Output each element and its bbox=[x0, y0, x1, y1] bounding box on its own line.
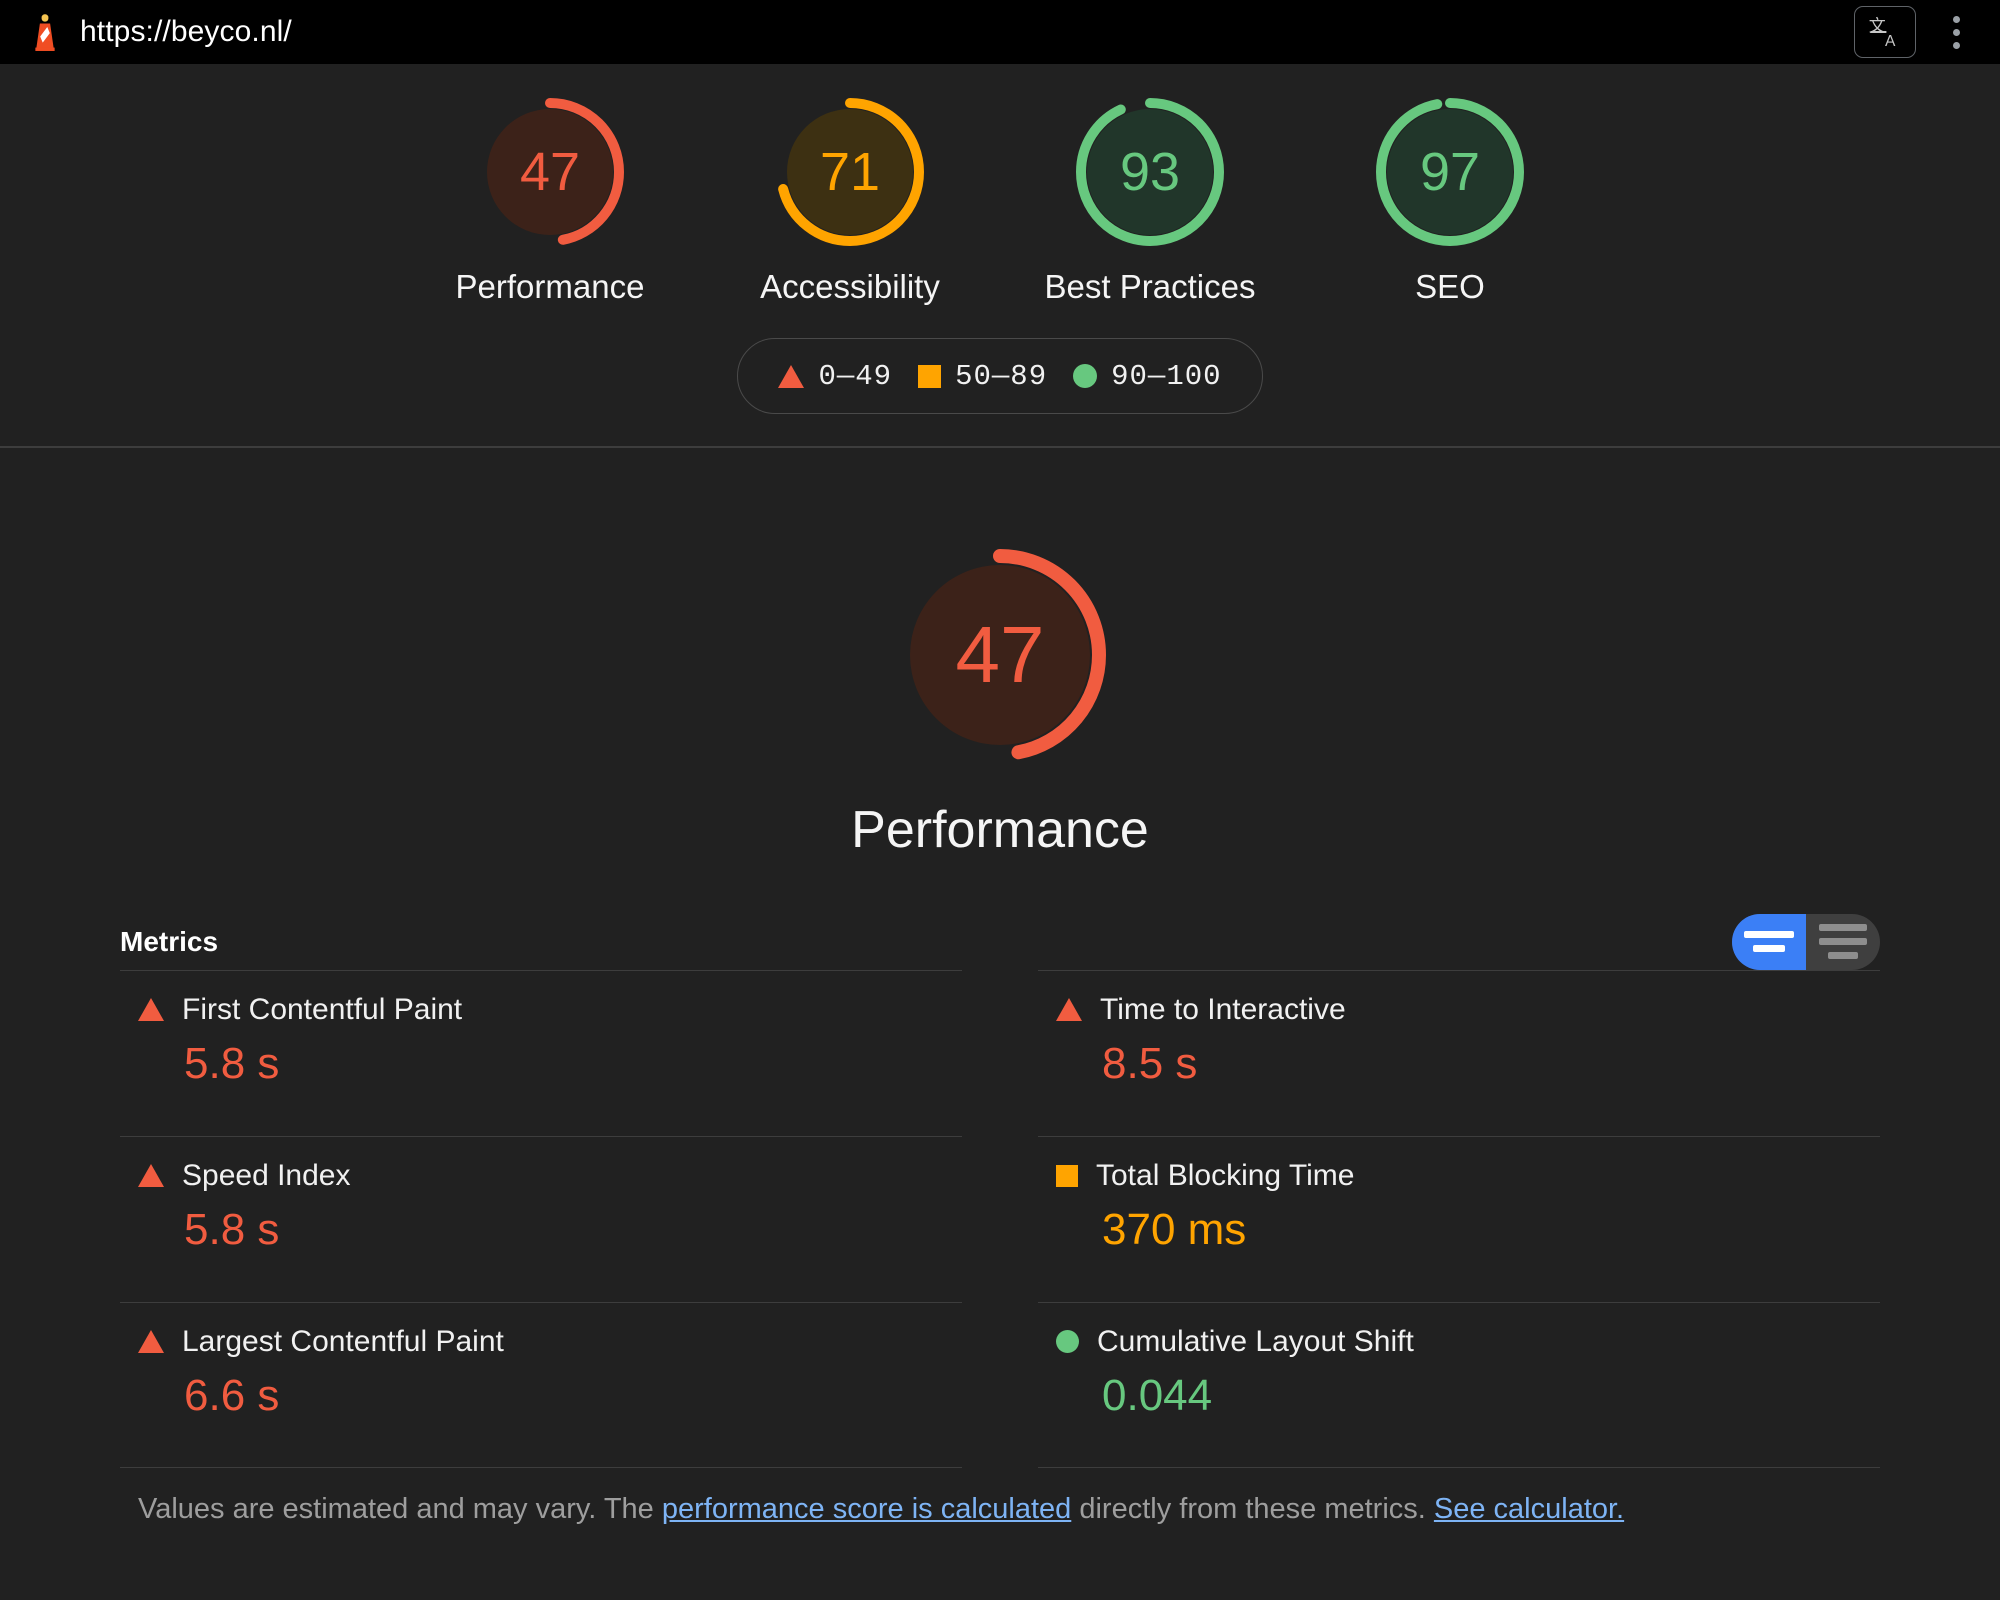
score-gauge-seo[interactable]: 97 SEO bbox=[1300, 92, 1600, 306]
gauge-value-accessibility: 71 bbox=[770, 92, 930, 252]
triangle-icon bbox=[778, 365, 804, 388]
metric-total-blocking-time[interactable]: Total Blocking Time 370 ms bbox=[1038, 1136, 1880, 1302]
gauge-label-accessibility: Accessibility bbox=[760, 268, 940, 306]
kebab-dot bbox=[1953, 29, 1960, 36]
disclaimer-text-1: Values are estimated and may vary. The bbox=[138, 1493, 662, 1525]
legend-item-fail: 0—49 bbox=[778, 360, 892, 393]
legend-pill: 0—49 50—89 90—100 bbox=[737, 338, 1262, 414]
toggle-bar bbox=[1819, 924, 1867, 931]
metric-value: 6.6 s bbox=[184, 1371, 962, 1421]
gauge-accessibility: 71 bbox=[770, 92, 930, 252]
triangle-icon bbox=[138, 1164, 164, 1187]
category-hero: 47 Performance bbox=[0, 448, 2000, 860]
square-icon bbox=[918, 365, 941, 388]
gauge-label-performance: Performance bbox=[456, 268, 645, 306]
metric-time-to-interactive[interactable]: Time to Interactive 8.5 s bbox=[1038, 970, 1880, 1136]
score-summary: 47 Performance 71 Accessibility bbox=[0, 64, 2000, 414]
metrics-view-toggle[interactable] bbox=[1732, 914, 1880, 970]
see-calculator-link[interactable]: See calculator. bbox=[1434, 1493, 1624, 1525]
toggle-simple-view[interactable] bbox=[1732, 914, 1806, 970]
performance-score-link[interactable]: performance score is calculated bbox=[662, 1493, 1071, 1525]
metric-label: Time to Interactive bbox=[1100, 993, 1346, 1027]
metric-label: Speed Index bbox=[182, 1159, 350, 1193]
translate-glyph: 文 A bbox=[1867, 15, 1903, 49]
metrics-disclaimer: Values are estimated and may vary. The p… bbox=[120, 1490, 1880, 1529]
legend-range-average: 50—89 bbox=[955, 360, 1047, 393]
metrics-section: Metrics First Contentful Paint bbox=[120, 914, 1880, 1529]
circle-icon bbox=[1056, 1330, 1079, 1353]
gauge-value-seo: 97 bbox=[1370, 92, 1530, 252]
svg-text:文: 文 bbox=[1869, 16, 1886, 36]
gauge-seo: 97 bbox=[1370, 92, 1530, 252]
toggle-bar bbox=[1819, 938, 1867, 945]
legend-item-average: 50—89 bbox=[918, 360, 1047, 393]
score-legend: 0—49 50—89 90—100 bbox=[0, 338, 2000, 414]
gauge-performance: 47 bbox=[470, 92, 630, 252]
metrics-header: Metrics bbox=[120, 914, 1880, 970]
metrics-grid: First Contentful Paint 5.8 s Time to Int… bbox=[120, 970, 1880, 1468]
metric-value: 5.8 s bbox=[184, 1039, 962, 1089]
gauge-best-practices: 93 bbox=[1070, 92, 1230, 252]
legend-range-pass: 90—100 bbox=[1111, 360, 1221, 393]
metric-cumulative-layout-shift[interactable]: Cumulative Layout Shift 0.044 bbox=[1038, 1302, 1880, 1468]
metric-label: Largest Contentful Paint bbox=[182, 1325, 504, 1359]
toggle-bar bbox=[1753, 945, 1785, 952]
legend-range-fail: 0—49 bbox=[818, 360, 892, 393]
metric-largest-contentful-paint[interactable]: Largest Contentful Paint 6.6 s bbox=[120, 1302, 962, 1468]
gauge-value-best-practices: 93 bbox=[1070, 92, 1230, 252]
gauge-label-best-practices: Best Practices bbox=[1045, 268, 1256, 306]
metric-label: First Contentful Paint bbox=[182, 993, 462, 1027]
metric-label: Cumulative Layout Shift bbox=[1097, 1325, 1414, 1359]
triangle-icon bbox=[1056, 998, 1082, 1021]
metric-value: 370 ms bbox=[1102, 1205, 1880, 1255]
lighthouse-icon bbox=[28, 12, 62, 52]
disclaimer-text-2: directly from these metrics. bbox=[1071, 1493, 1434, 1525]
toggle-expanded-view[interactable] bbox=[1806, 914, 1880, 970]
kebab-menu-icon[interactable] bbox=[1934, 6, 1978, 58]
metric-value: 0.044 bbox=[1102, 1371, 1880, 1421]
toggle-bar bbox=[1828, 952, 1858, 959]
square-icon bbox=[1056, 1165, 1078, 1187]
metric-value: 5.8 s bbox=[184, 1205, 962, 1255]
translate-icon[interactable]: 文 A bbox=[1854, 6, 1916, 58]
score-gauge-best-practices[interactable]: 93 Best Practices bbox=[1000, 92, 1300, 306]
circle-icon bbox=[1073, 364, 1097, 388]
toggle-bar bbox=[1744, 931, 1794, 938]
kebab-dot bbox=[1953, 42, 1960, 49]
triangle-icon bbox=[138, 998, 164, 1021]
legend-item-pass: 90—100 bbox=[1073, 360, 1221, 393]
metric-first-contentful-paint[interactable]: First Contentful Paint 5.8 s bbox=[120, 970, 962, 1136]
url-bar[interactable]: https://beyco.nl/ bbox=[80, 15, 1836, 49]
browser-toolbar: https://beyco.nl/ 文 A bbox=[0, 0, 2000, 64]
score-gauge-accessibility[interactable]: 71 Accessibility bbox=[700, 92, 1000, 306]
metrics-heading: Metrics bbox=[120, 926, 218, 958]
metric-label: Total Blocking Time bbox=[1096, 1159, 1354, 1193]
kebab-dot bbox=[1953, 16, 1960, 23]
score-gauges: 47 Performance 71 Accessibility bbox=[0, 92, 2000, 306]
score-gauge-performance[interactable]: 47 Performance bbox=[400, 92, 700, 306]
metric-value: 8.5 s bbox=[1102, 1039, 1880, 1089]
category-gauge: 47 bbox=[885, 540, 1115, 770]
triangle-icon bbox=[138, 1330, 164, 1353]
svg-text:A: A bbox=[1885, 33, 1896, 49]
gauge-label-seo: SEO bbox=[1415, 268, 1485, 306]
metric-speed-index[interactable]: Speed Index 5.8 s bbox=[120, 1136, 962, 1302]
gauge-value-performance: 47 bbox=[470, 92, 630, 252]
category-gauge-value: 47 bbox=[885, 540, 1115, 770]
lighthouse-report: 47 Performance 71 Accessibility bbox=[0, 64, 2000, 1600]
category-title: Performance bbox=[851, 800, 1149, 860]
